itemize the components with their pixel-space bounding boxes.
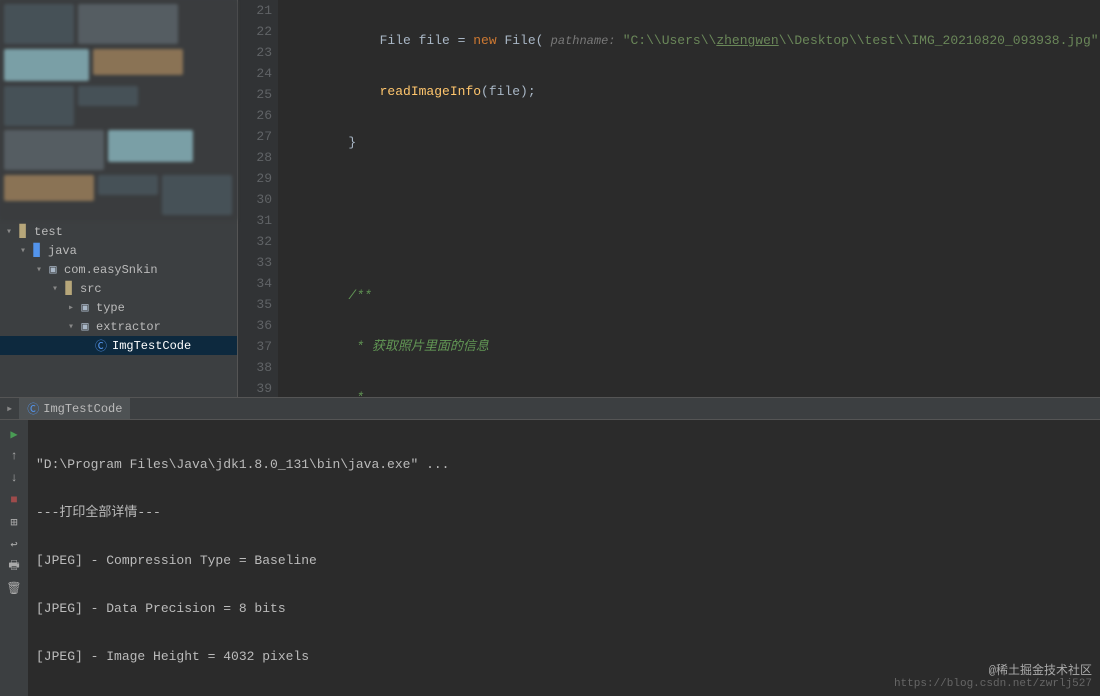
class-icon: Ⓒ <box>27 400 39 417</box>
run-tab[interactable]: Ⓒ ImgTestCode <box>19 398 130 419</box>
thumbnail <box>78 86 138 106</box>
run-tab-arrow-icon[interactable]: ▸ <box>0 401 19 416</box>
folder-icon: ▉ <box>62 281 76 296</box>
watermark-url: https://blog.csdn.net/zwrlj527 <box>894 678 1092 690</box>
run-tool-window: ▸ Ⓒ ImgTestCode ▶ ↑ ↓ ■ ⊞ ↩ 🖶 🗑 "D:\Prog… <box>0 397 1100 696</box>
thumbnail <box>93 49 183 75</box>
down-icon[interactable]: ↓ <box>6 470 22 486</box>
code-area[interactable]: File file = new File( pathname: "C:\\Use… <box>278 0 1100 397</box>
watermark: @稀土掘金技术社区 https://blog.csdn.net/zwrlj527 <box>894 661 1092 690</box>
print-icon[interactable]: 🖶 <box>6 558 22 574</box>
run-tab-bar[interactable]: ▸ Ⓒ ImgTestCode <box>0 398 1100 420</box>
run-tab-label: ImgTestCode <box>43 402 122 416</box>
class-icon: Ⓒ <box>94 337 108 354</box>
sidebar: ▾▉test ▾▉java ▾▣com.easySnkin ▾▉src ▸▣ty… <box>0 0 238 397</box>
folder-icon: ▉ <box>16 224 30 239</box>
tree-label: extractor <box>96 320 161 334</box>
thumbnail <box>78 4 178 44</box>
thumbnail <box>162 175 232 215</box>
thumbnail <box>4 86 74 126</box>
stop-icon[interactable]: ■ <box>6 492 22 508</box>
run-toolbar: ▶ ↑ ↓ ■ ⊞ ↩ 🖶 🗑 <box>0 420 28 696</box>
thumbnail-panel <box>0 0 237 220</box>
trash-icon[interactable]: 🗑 <box>6 580 22 596</box>
thumbnail <box>4 175 94 201</box>
tree-label: ImgTestCode <box>112 339 191 353</box>
thumbnail <box>4 4 74 44</box>
console-line: [JPEG] - Data Precision = 8 bits <box>36 600 1092 618</box>
tree-label: src <box>80 282 102 296</box>
tree-node-folder[interactable]: ▾▉src <box>0 279 237 298</box>
thumbnail <box>4 130 104 170</box>
thumbnail <box>108 130 193 162</box>
console-line: [JPEG] - Compression Type = Baseline <box>36 552 1092 570</box>
tree-label: type <box>96 301 125 315</box>
package-icon: ▣ <box>78 300 92 315</box>
tree-label: com.easySnkin <box>64 263 158 277</box>
tree-node-class-selected[interactable]: Ⓒ ImgTestCode <box>0 336 237 355</box>
thumbnail <box>4 49 89 81</box>
console-line: "D:\Program Files\Java\jdk1.8.0_131\bin\… <box>36 456 1092 474</box>
package-icon: ▣ <box>78 319 92 334</box>
tree-node-folder[interactable]: ▸▣type <box>0 298 237 317</box>
tree-node-java[interactable]: ▾▉java <box>0 241 237 260</box>
watermark-title: @稀土掘金技术社区 <box>894 661 1092 678</box>
tree-label: test <box>34 225 63 239</box>
tree-node-test[interactable]: ▾▉test <box>0 222 237 241</box>
up-icon[interactable]: ↑ <box>6 448 22 464</box>
project-tree[interactable]: ▾▉test ▾▉java ▾▣com.easySnkin ▾▉src ▸▣ty… <box>0 220 237 397</box>
console-output[interactable]: "D:\Program Files\Java\jdk1.8.0_131\bin\… <box>28 420 1100 696</box>
package-icon: ▣ <box>46 262 60 277</box>
line-gutter: 21222324252627282930313233343536373839 <box>238 0 278 397</box>
code-editor[interactable]: 21222324252627282930313233343536373839 F… <box>238 0 1100 397</box>
tree-node-folder[interactable]: ▾▣extractor <box>0 317 237 336</box>
wrap-icon[interactable]: ↩ <box>6 536 22 552</box>
console-line: ---打印全部详情--- <box>36 504 1092 522</box>
layout-icon[interactable]: ⊞ <box>6 514 22 530</box>
rerun-icon[interactable]: ▶ <box>6 426 22 442</box>
folder-icon: ▉ <box>30 243 44 258</box>
tree-node-package[interactable]: ▾▣com.easySnkin <box>0 260 237 279</box>
tree-label: java <box>48 244 77 258</box>
thumbnail <box>98 175 158 195</box>
